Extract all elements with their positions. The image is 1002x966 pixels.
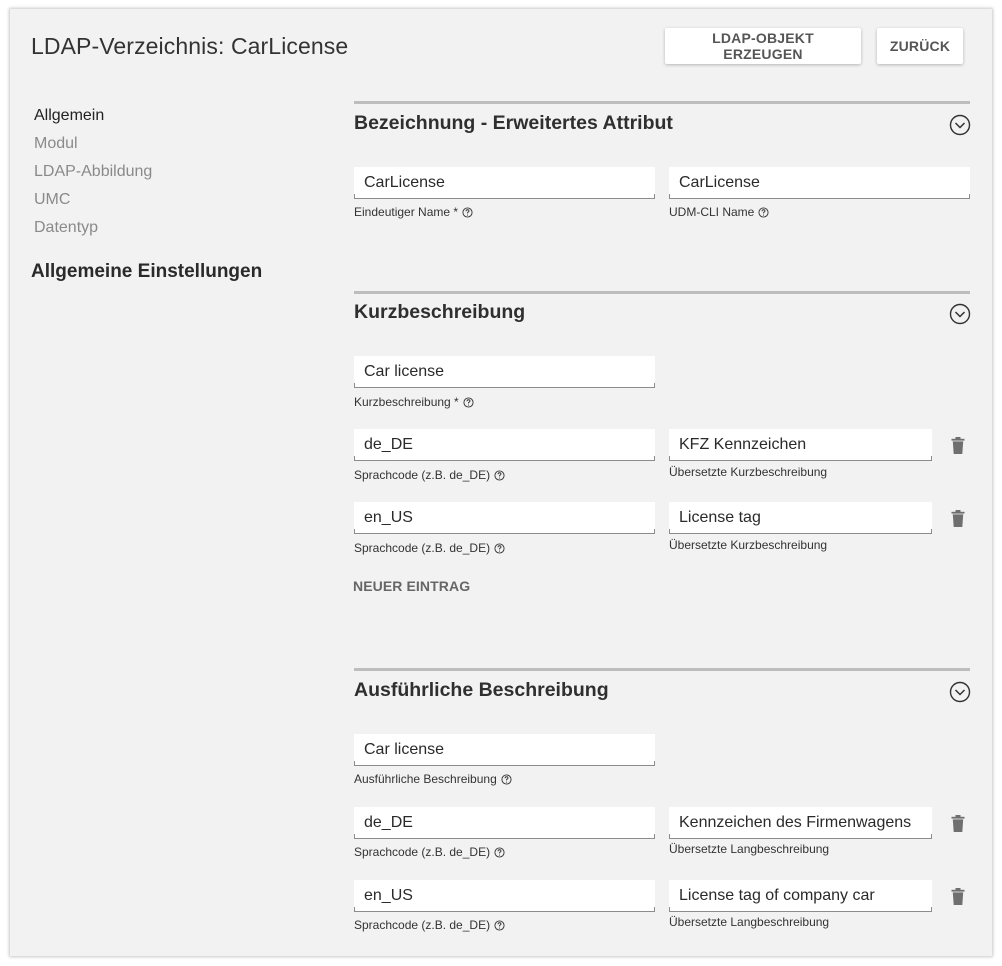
section-title-kurzbeschreibung: Kurzbeschreibung [354,301,526,323]
language-code-input[interactable] [354,429,655,460]
sidebar-item-modul[interactable]: Modul [34,135,78,153]
unique-name-field[interactable] [354,167,655,199]
long-description-label-text: Ausführliche Beschreibung [354,772,497,786]
unique-name-input[interactable] [354,167,655,198]
translated-short-description-label-text: Übersetzte Kurzbeschreibung [669,538,828,552]
language-code-input[interactable] [354,502,655,533]
language-code-label: Sprachcode (z.B. de_DE) [354,468,505,482]
translated-long-description-field[interactable] [669,807,932,839]
translated-long-description-input[interactable] [669,807,932,838]
short-description-input[interactable] [354,356,655,387]
cli-name-input[interactable] [669,167,970,198]
translated-short-description-field[interactable] [669,429,932,461]
cli-name-label: UDM-CLI Name [669,205,769,219]
create-ldap-object-button[interactable]: LDAP-OBJEKT ERZEUGEN [665,28,861,64]
translated-long-description-label-text: Übersetzte Langbeschreibung [669,842,830,856]
language-code-field[interactable] [354,880,655,912]
sidebar-item-allgemein[interactable]: Allgemein [34,107,104,125]
dialog-frame: LDAP-Verzeichnis: CarLicense LDAP-OBJEKT… [10,9,992,956]
chevron-circle-icon[interactable] [949,681,971,703]
long-description-input[interactable] [354,734,655,765]
cli-name-label-text: UDM-CLI Name [669,205,755,219]
translated-long-description-label-text: Übersetzte Langbeschreibung [669,915,830,929]
language-code-label-text: Sprachcode (z.B. de_DE) [354,468,491,482]
language-code-label: Sprachcode (z.B. de_DE) [354,845,505,859]
section-divider [354,668,970,671]
trash-icon[interactable] [951,815,965,832]
translated-short-description-label-text: Übersetzte Kurzbeschreibung [669,465,828,479]
sidebar-item-umc[interactable]: UMC [34,191,70,209]
translated-short-description-label: Übersetzte Kurzbeschreibung [669,465,827,479]
chevron-circle-icon[interactable] [949,114,971,136]
language-code-label-text: Sprachcode (z.B. de_DE) [354,845,491,859]
section-divider [354,291,970,294]
help-icon[interactable] [501,773,512,785]
translated-long-description-field[interactable] [669,880,932,912]
help-icon[interactable] [494,846,505,858]
long-description-field[interactable] [354,734,655,766]
language-code-label-text: Sprachcode (z.B. de_DE) [354,918,491,932]
page-title: LDAP-Verzeichnis: CarLicense [31,33,349,59]
trash-icon[interactable] [951,888,965,905]
help-icon[interactable] [494,469,505,481]
short-description-label-text: Kurzbeschreibung * [354,395,459,409]
short-description-label: Kurzbeschreibung * [354,395,474,409]
language-code-field[interactable] [354,429,655,461]
cli-name-field[interactable] [669,167,970,199]
back-button[interactable]: ZURÜCK [877,28,963,64]
language-code-label-text: Sprachcode (z.B. de_DE) [354,541,491,555]
translated-long-description-input[interactable] [669,880,932,911]
unique-name-label: Eindeutiger Name * [354,205,473,219]
unique-name-label-text: Eindeutiger Name * [354,205,459,219]
help-icon[interactable] [758,206,769,218]
translated-short-description-input[interactable] [669,429,932,460]
help-icon[interactable] [463,396,474,408]
sidebar-item-ldap-abbildung[interactable]: LDAP-Abbildung [34,163,152,181]
trash-icon[interactable] [951,437,965,454]
translated-long-description-label: Übersetzte Langbeschreibung [669,915,829,929]
language-code-field[interactable] [354,807,655,839]
translated-long-description-label: Übersetzte Langbeschreibung [669,842,829,856]
sidebar-item-datentyp[interactable]: Datentyp [34,219,98,237]
language-code-label: Sprachcode (z.B. de_DE) [354,918,505,932]
section-title-bezeichnung: Bezeichnung - Erweitertes Attribut [354,112,673,134]
help-icon[interactable] [462,206,473,218]
settings-heading: Allgemeine Einstellungen [31,261,263,282]
new-entry-button[interactable]: NEUER EINTRAG [353,578,470,594]
help-icon[interactable] [494,542,505,554]
chevron-circle-icon[interactable] [949,303,971,325]
trash-icon[interactable] [951,510,965,527]
long-description-label: Ausführliche Beschreibung [354,772,512,786]
language-code-input[interactable] [354,880,655,911]
section-title-ausfuehrliche-beschreibung: Ausführliche Beschreibung [354,679,609,701]
translated-short-description-input[interactable] [669,502,932,533]
translated-short-description-field[interactable] [669,502,932,534]
section-divider [354,101,970,104]
help-icon[interactable] [494,919,505,931]
short-description-field[interactable] [354,356,655,388]
translated-short-description-label: Übersetzte Kurzbeschreibung [669,538,827,552]
language-code-field[interactable] [354,502,655,534]
language-code-label: Sprachcode (z.B. de_DE) [354,541,505,555]
language-code-input[interactable] [354,807,655,838]
